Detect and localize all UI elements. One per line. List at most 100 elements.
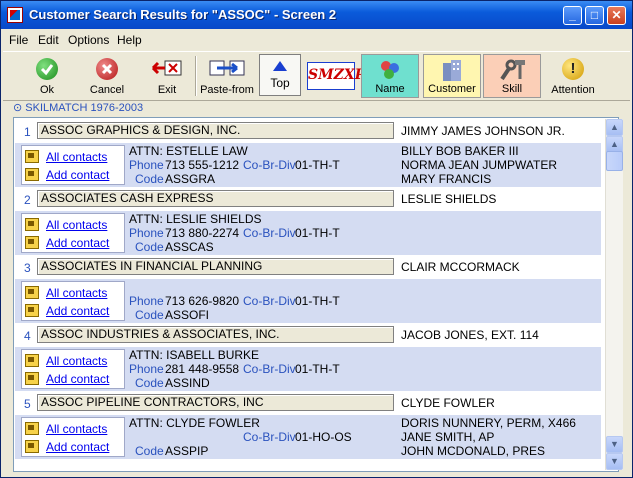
contacts-card-icon	[25, 440, 39, 453]
close-button[interactable]: ✕	[607, 6, 626, 25]
toolbar-separator	[195, 56, 197, 96]
app-icon[interactable]	[7, 7, 23, 23]
phone-value: 281 448-9558	[165, 362, 240, 376]
add-contact-link[interactable]: Add contact	[46, 372, 109, 386]
code-value: ASSPIP	[165, 444, 209, 458]
cancel-button[interactable]: Cancel	[83, 54, 131, 98]
phone-label: Phone	[129, 226, 164, 240]
contacts-card-icon	[25, 422, 39, 435]
exit-button[interactable]: Exit	[145, 54, 189, 98]
primary-contact: LESLIE SHIELDS	[401, 192, 497, 206]
record-details: All contacts Add contact ATTN: ESTELLE LAW…	[15, 143, 601, 187]
maximize-button[interactable]: □	[585, 6, 604, 25]
customer-name-button[interactable]: ASSOC GRAPHICS & DESIGN, INC.	[37, 122, 394, 139]
code-label: Code	[135, 376, 164, 390]
attention-line: ATTN: LESLIE SHIELDS	[129, 212, 262, 226]
code-value: ASSCAS	[165, 240, 214, 254]
menu-file[interactable]: File	[9, 33, 28, 47]
copyright-text: SKILMATCH 1976-2003	[25, 102, 144, 114]
paste-from-button[interactable]: Paste-from	[199, 54, 255, 98]
smz-logo-icon: SMZXP	[307, 62, 365, 90]
attention-line: ATTN: ESTELLE LAW	[129, 144, 248, 158]
code-label: Code	[135, 308, 164, 322]
customer-name-button[interactable]: ASSOC INDUSTRIES & ASSOCIATES, INC.	[37, 326, 394, 343]
record-header[interactable]: 5 ASSOC PIPELINE CONTRACTORS, INC CLYDE FO…	[15, 391, 601, 416]
customer-button[interactable]: Customer	[423, 54, 481, 98]
code-label: Code	[135, 172, 164, 186]
customer-name-button[interactable]: ASSOC PIPELINE CONTRACTORS, INC	[37, 394, 394, 411]
record-header[interactable]: 4 ASSOC INDUSTRIES & ASSOCIATES, INC. JACO…	[15, 323, 601, 348]
record-header[interactable]: 2 ASSOCIATES CASH EXPRESS LESLIE SHIELDS	[15, 187, 601, 212]
additional-contact: JOHN MCDONALD, PRES	[401, 444, 546, 458]
all-contacts-link[interactable]: All contacts	[46, 354, 107, 368]
scroll-page-down-button[interactable]: ▼	[606, 436, 623, 453]
code-label: Code	[135, 240, 164, 254]
window-title: Customer Search Results for "ASSOC" - Sc…	[29, 7, 337, 22]
all-contacts-link[interactable]: All contacts	[46, 150, 107, 164]
phone-label: Phone	[129, 294, 164, 308]
add-contact-link[interactable]: Add contact	[46, 440, 109, 454]
record-number: 3	[24, 261, 31, 275]
cobrdiv-value: 01-TH-T	[295, 158, 340, 172]
contacts-card-icon	[25, 150, 39, 163]
minimize-button[interactable]: _	[563, 6, 582, 25]
phone-value: 713 626-9820	[165, 294, 240, 308]
record-header[interactable]: 1 ASSOC GRAPHICS & DESIGN, INC. JIMMY JAME…	[15, 119, 601, 144]
all-contacts-link[interactable]: All contacts	[46, 218, 107, 232]
code-value: ASSIND	[165, 376, 210, 390]
contacts-card-icon	[25, 218, 39, 231]
all-contacts-link[interactable]: All contacts	[46, 286, 107, 300]
cobrdiv-label: Co-Br-Div	[243, 362, 296, 376]
attention-line: ATTN: ISABELL BURKE	[129, 348, 260, 362]
skill-button[interactable]: Skill	[483, 54, 541, 98]
all-contacts-link[interactable]: All contacts	[46, 422, 107, 436]
cancel-icon	[96, 58, 118, 80]
main-window: Customer Search Results for "ASSOC" - Sc…	[0, 0, 633, 478]
additional-contact: MARY FRANCIS	[401, 172, 492, 186]
contacts-card-icon	[25, 286, 39, 299]
scroll-down-button[interactable]: ▼	[606, 453, 623, 470]
results-list: 1 ASSOC GRAPHICS & DESIGN, INC. JIMMY JAME…	[13, 117, 619, 472]
customer-name-button[interactable]: ASSOCIATES IN FINANCIAL PLANNING	[37, 258, 394, 275]
checkmark-icon	[36, 58, 58, 80]
record-details: All contacts Add contact ATTN: ISABELL BUR…	[15, 347, 601, 391]
ok-button[interactable]: Ok	[25, 54, 69, 98]
record-header[interactable]: 3 ASSOCIATES IN FINANCIAL PLANNING CLAIR M…	[15, 255, 601, 280]
add-contact-link[interactable]: Add contact	[46, 304, 109, 318]
smz-logo-button[interactable]: SMZXP	[305, 54, 365, 98]
menu-options[interactable]: Options	[68, 33, 109, 47]
cobrdiv-value: 01-TH-T	[295, 362, 340, 376]
scroll-thumb[interactable]	[606, 151, 623, 171]
add-contact-link[interactable]: Add contact	[46, 168, 109, 182]
menu-edit[interactable]: Edit	[38, 33, 59, 47]
code-value: ASSGRA	[165, 172, 216, 186]
cobrdiv-value: 01-HO-OS	[295, 430, 352, 444]
record-details: All contacts Add contact ATTN: CLYDE FOWLE…	[15, 415, 601, 459]
title-bar[interactable]: Customer Search Results for "ASSOC" - Sc…	[1, 1, 632, 29]
cobrdiv-label: Co-Br-Div	[243, 158, 296, 172]
menu-help[interactable]: Help	[117, 33, 142, 47]
contact-links-box: All contacts Add contact	[21, 145, 125, 185]
tools-icon	[498, 59, 526, 81]
cobrdiv-value: 01-TH-T	[295, 294, 340, 308]
contact-links-box: All contacts Add contact	[21, 349, 125, 389]
attention-line: ATTN: CLYDE FOWLER	[129, 416, 260, 430]
name-button[interactable]: Name	[361, 54, 419, 98]
contacts-card-icon	[25, 236, 39, 249]
record-details: All contacts Add contact Phone 713 626-9820…	[15, 279, 601, 323]
people-icon	[378, 59, 402, 81]
building-icon	[440, 59, 464, 83]
top-button[interactable]: Top	[259, 54, 301, 96]
vertical-scrollbar[interactable]: ▲ ▲ ▼ ▼	[605, 119, 623, 470]
additional-contact: BILLY BOB BAKER III	[401, 144, 519, 158]
customer-name-button[interactable]: ASSOCIATES CASH EXPRESS	[37, 190, 394, 207]
scroll-up-button[interactable]: ▲	[606, 119, 623, 136]
cobrdiv-label: Co-Br-Div	[243, 226, 296, 240]
phone-value: 713 880-2274	[165, 226, 240, 240]
add-contact-link[interactable]: Add contact	[46, 236, 109, 250]
record-number: 4	[24, 329, 31, 343]
attention-button[interactable]: ! Attention	[547, 54, 599, 98]
primary-contact: CLYDE FOWLER	[401, 396, 495, 410]
phone-label: Phone	[129, 362, 164, 376]
record-number: 1	[24, 125, 31, 139]
